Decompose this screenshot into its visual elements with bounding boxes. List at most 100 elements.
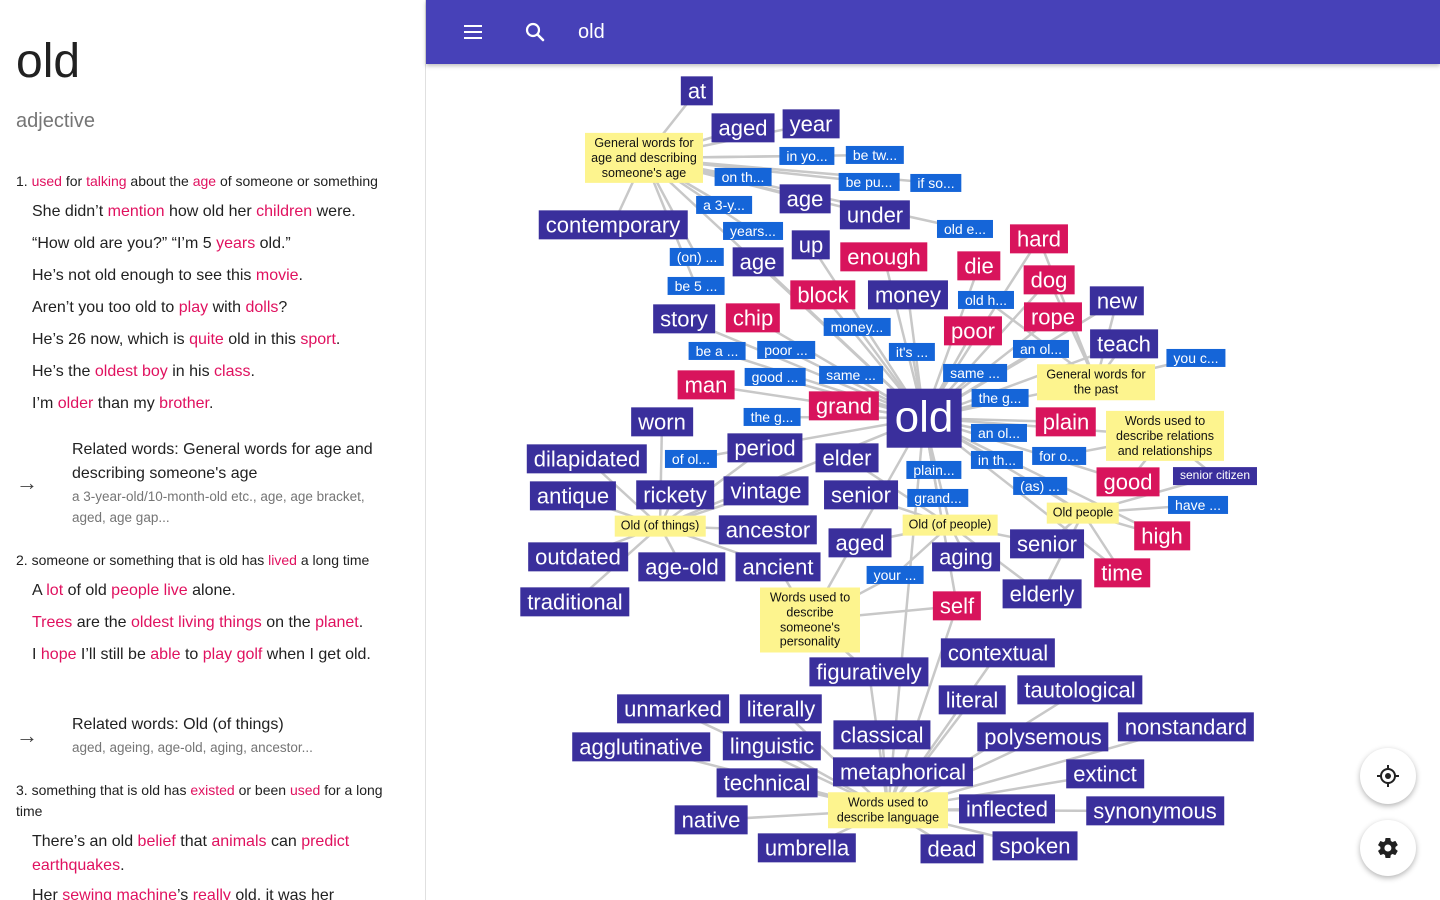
word-node[interactable]: vintage [723,476,809,506]
linked-word[interactable]: brother [159,395,209,412]
word-node[interactable]: grand [808,391,880,421]
word-graph[interactable]: old at aged year General words for age and d… [426,64,1440,900]
word-node[interactable]: tautological [1017,675,1143,705]
topic-node[interactable]: Old people [1046,502,1120,524]
word-node[interactable]: money... [823,317,891,337]
word-node[interactable]: aging [932,542,1000,572]
word-node[interactable]: (on) ... [669,247,725,267]
word-node[interactable]: poor ... [757,340,815,360]
word-node[interactable]: senior citizen [1172,467,1258,485]
word-node[interactable]: elderly [1002,579,1082,609]
word-node[interactable]: senior [824,480,898,510]
word-node[interactable]: age [732,247,784,277]
word-node[interactable]: literal [938,685,1006,715]
word-node[interactable]: same ... [819,365,883,385]
settings-button[interactable] [1360,820,1416,876]
linked-word[interactable]: belief [138,833,176,850]
linked-word[interactable]: play golf [203,646,263,663]
linked-word[interactable]: hope [41,646,77,663]
linked-word[interactable]: quite [189,331,224,348]
linked-word[interactable]: Trees [32,614,72,631]
word-node[interactable]: die [957,251,1001,281]
word-node[interactable]: years... [723,221,783,241]
word-node[interactable]: rickety [636,480,714,510]
word-node[interactable]: age [779,184,831,214]
word-node[interactable]: age-old [638,552,726,582]
linked-word[interactable]: older [58,395,94,412]
word-node[interactable]: senior [1010,529,1084,559]
word-node[interactable]: block [790,280,856,310]
word-node[interactable]: year [782,109,840,139]
linked-word[interactable]: animals [211,833,266,850]
word-node[interactable]: same ... [943,363,1007,383]
word-node[interactable]: elder [815,443,879,473]
topic-node[interactable]: Words used to describe someone's persona… [760,587,860,653]
word-node[interactable]: contextual [940,638,1056,668]
word-node[interactable]: aged [828,528,892,558]
word-node[interactable]: in th... [970,450,1024,470]
word-node[interactable]: under [839,200,911,230]
linked-word[interactable]: lived [268,552,297,568]
word-node[interactable]: native [674,805,748,835]
word-node[interactable]: for o... [1032,446,1086,466]
word-node[interactable]: good [1096,467,1160,497]
related-words-link-1[interactable]: → Related words: General words for age a… [0,438,410,530]
linked-word[interactable]: predict [301,833,349,850]
search-icon[interactable] [523,20,547,44]
linked-word[interactable]: mention [108,203,165,220]
linked-word[interactable]: able [150,646,180,663]
word-node[interactable]: old h... [957,290,1015,310]
word-node[interactable]: dog [1023,265,1075,295]
word-node[interactable]: be 5 ... [667,276,725,296]
word-node[interactable]: dilapidated [526,444,648,474]
word-node[interactable]: up [791,230,831,260]
word-node[interactable]: classical [833,720,931,750]
word-node[interactable]: synonymous [1086,796,1224,826]
word-node[interactable]: dead [920,834,984,864]
word-node[interactable]: (as) ... [1013,476,1067,496]
word-node[interactable]: enough [840,242,928,272]
word-node[interactable]: high [1134,521,1190,551]
word-node[interactable]: polysemous [977,722,1109,752]
word-node[interactable]: new [1089,286,1145,316]
word-node[interactable]: linguistic [722,731,822,761]
word-node[interactable]: umbrella [757,833,857,863]
word-node[interactable]: time [1094,558,1150,588]
word-node[interactable]: literally [739,694,823,724]
search-input[interactable] [578,16,1178,48]
linked-word[interactable]: sport [300,331,336,348]
word-node[interactable]: if so... [910,173,962,193]
word-node[interactable]: contemporary [538,210,688,240]
menu-icon[interactable] [464,22,484,42]
word-node[interactable]: antique [529,481,617,511]
linked-word[interactable]: used [32,173,62,189]
word-node[interactable]: self [932,591,982,621]
word-node[interactable]: the g... [971,388,1029,408]
linked-word[interactable]: oldest living things [131,614,262,631]
center-word-node[interactable]: old [886,388,962,448]
topic-node[interactable]: Old (of things) [614,515,706,537]
linked-word[interactable]: existed [190,782,234,798]
word-node[interactable]: good ... [744,367,806,387]
word-node[interactable]: be a ... [688,341,746,361]
word-node[interactable]: inflected [959,794,1055,824]
linked-word[interactable]: really [193,887,231,900]
word-node[interactable]: period [727,433,803,463]
word-node[interactable]: spoken [992,831,1078,861]
linked-word[interactable]: movie [256,267,299,284]
linked-word[interactable]: planet [315,614,359,631]
word-node[interactable]: an ol... [970,423,1028,443]
linked-word[interactable]: earthquakes [32,857,120,874]
word-node[interactable]: your ... [866,565,924,585]
word-node[interactable]: old e... [936,219,994,239]
linked-word[interactable]: class [214,363,250,380]
topic-node[interactable]: General words for the past [1037,364,1155,400]
linked-word[interactable]: talking [86,173,126,189]
topic-node[interactable]: General words for age and describing som… [585,132,703,184]
topic-node[interactable]: Words used to describe relations and rel… [1106,410,1224,462]
word-node[interactable]: on th... [714,167,772,187]
word-node[interactable]: hard [1009,224,1069,254]
word-node[interactable]: agglutinative [572,732,710,762]
word-node[interactable]: ancestor [718,515,818,545]
word-node[interactable]: story [653,304,715,334]
